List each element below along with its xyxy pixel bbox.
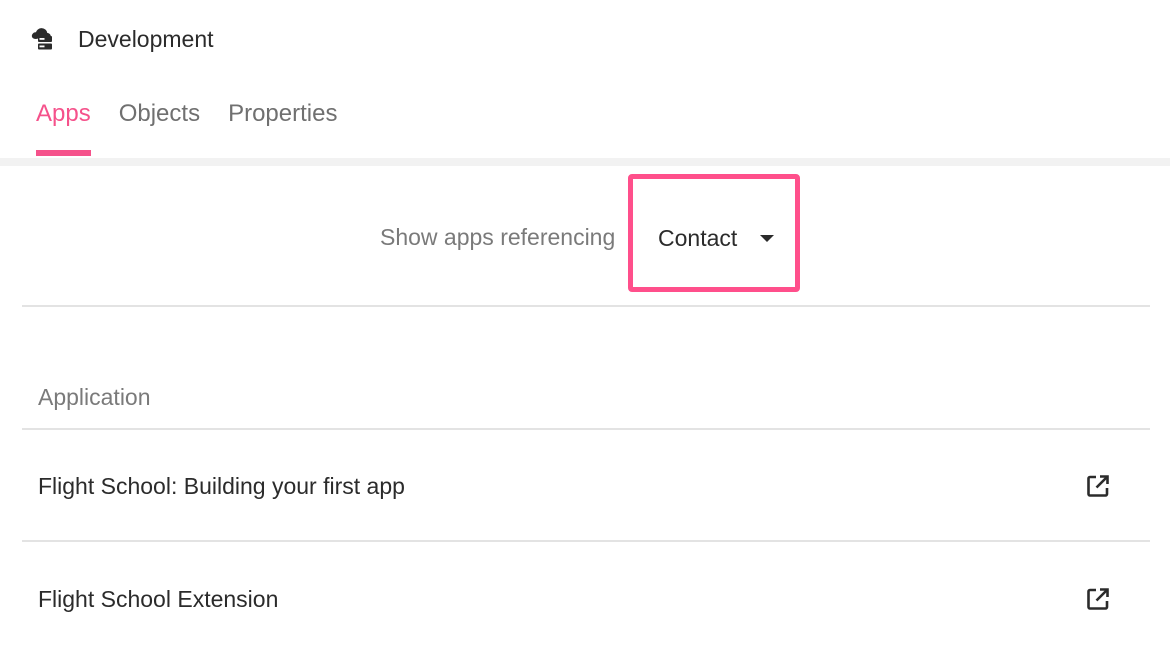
tab-apps[interactable]: Apps [36,98,91,156]
external-link-icon[interactable] [1085,473,1111,499]
section-divider-band [0,158,1170,166]
column-header-application: Application [38,384,151,410]
divider [22,540,1150,542]
app-name: Flight School: Building your first app [38,473,405,499]
tab-properties[interactable]: Properties [228,98,337,156]
external-link-icon[interactable] [1085,586,1111,612]
app-name: Flight School Extension [38,586,279,612]
environment-header: Development [0,0,1170,78]
table-row: Flight School Extension [22,543,1150,653]
table-row: Flight School: Building your first app [22,430,1150,540]
object-select-dropdown[interactable]: Contact [628,174,800,292]
environment-title: Development [78,26,214,52]
dropdown-selected-value: Contact [658,225,738,251]
cloud-server-icon [29,25,57,53]
filter-label: Show apps referencing [380,224,616,250]
divider [22,305,1150,307]
tab-bar: Apps Objects Properties [36,98,365,156]
caret-down-icon [760,235,774,242]
tab-objects[interactable]: Objects [119,98,200,156]
